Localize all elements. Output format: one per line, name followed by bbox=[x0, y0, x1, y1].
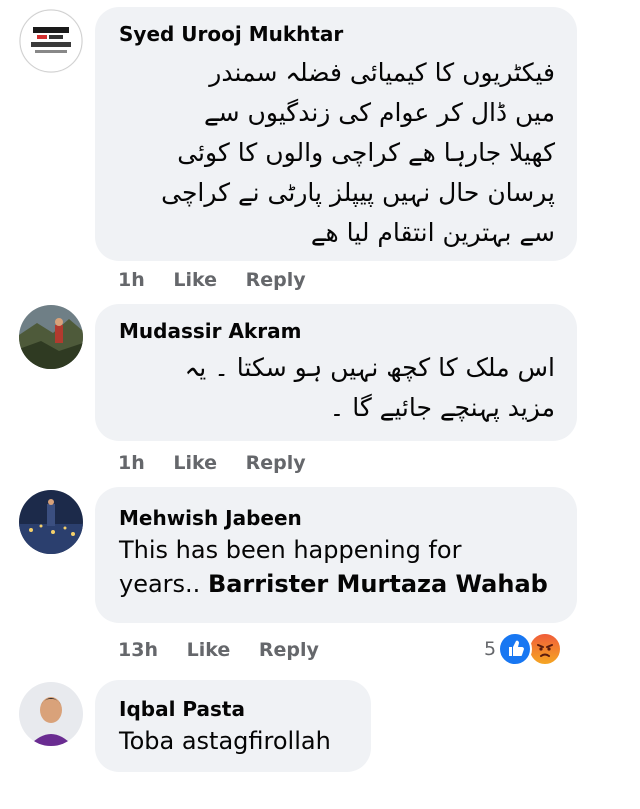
comment-text-line: اس ملک کا کچھ نہیں ہو سکتا ۔ یہ bbox=[184, 353, 555, 382]
comment-timestamp[interactable]: 13h bbox=[118, 639, 158, 661]
like-button[interactable]: Like bbox=[173, 269, 217, 291]
comment-text-prefix: years.. bbox=[119, 570, 208, 598]
landscape-photo-avatar-icon bbox=[19, 305, 83, 369]
reply-button[interactable]: Reply bbox=[246, 452, 306, 474]
comment-text-line: میں ڈال کر عوام کی زندگیوں سے bbox=[203, 98, 555, 127]
reaction-count: 5 bbox=[484, 638, 497, 660]
comment-text-line: مزید پہنچے جائیے گا ۔ bbox=[329, 393, 555, 422]
comment-bubble: Iqbal Pasta Toba astagfirollah bbox=[95, 680, 371, 772]
comment-bubble: Mehwish Jabeen This has been happening f… bbox=[95, 487, 577, 623]
comment-bubble: Mudassir Akram اس ملک کا کچھ نہیں ہو سکت… bbox=[95, 304, 577, 441]
comment-text: Toba astagfirollah bbox=[119, 727, 331, 755]
comment-author-name[interactable]: Iqbal Pasta bbox=[119, 696, 349, 722]
reaction-summary[interactable]: 5 bbox=[484, 632, 563, 666]
like-button[interactable]: Like bbox=[173, 452, 217, 474]
night-scene-avatar-icon bbox=[19, 490, 83, 554]
mention-link[interactable]: Barrister Murtaza Wahab bbox=[208, 570, 548, 598]
angry-reaction-icon bbox=[528, 632, 563, 666]
comment-author-name[interactable]: Mudassir Akram bbox=[119, 318, 555, 344]
comment-text-line: years.. Barrister Murtaza Wahab bbox=[119, 567, 555, 601]
comment-text: فیکٹریوں کا کیمیائی فضلہ سمندر میں ڈال ک… bbox=[119, 53, 555, 253]
avatar-mudassir-akram[interactable] bbox=[19, 305, 83, 369]
avatar-syed-urooj-mukhtar[interactable] bbox=[19, 9, 83, 73]
comment-actions: 13h Like Reply bbox=[118, 636, 341, 664]
like-button[interactable]: Like bbox=[187, 639, 231, 661]
news-logo-avatar-icon bbox=[19, 9, 83, 73]
comment-text: اس ملک کا کچھ نہیں ہو سکتا ۔ یہ مزید پہن… bbox=[119, 348, 555, 428]
comment-text-line: پرسان حال نہیں پیپلز پارٹی نے کراچی bbox=[161, 178, 555, 207]
comment-text-line: سے بہترین انتقام لیا ھے bbox=[310, 218, 555, 247]
reply-button[interactable]: Reply bbox=[246, 269, 306, 291]
comment-actions: 1h Like Reply bbox=[118, 266, 328, 294]
comment-timestamp[interactable]: 1h bbox=[118, 269, 145, 291]
comment-text-line: This has been happening for bbox=[119, 536, 462, 564]
comment-text: This has been happening for years.. Barr… bbox=[119, 533, 555, 601]
comment-author-name[interactable]: Syed Urooj Mukhtar bbox=[119, 21, 555, 47]
comment-text-line: کھیلا جارہا ھے کراچی والوں کا کوئی bbox=[177, 138, 555, 167]
avatar-mehwish-jabeen[interactable] bbox=[19, 490, 83, 554]
comment-actions: 1h Like Reply bbox=[118, 449, 328, 477]
avatar-iqbal-pasta[interactable] bbox=[19, 682, 83, 746]
like-reaction-icon bbox=[498, 632, 533, 666]
person-photo-avatar-icon bbox=[19, 682, 83, 746]
comment-author-name[interactable]: Mehwish Jabeen bbox=[119, 505, 555, 531]
comment-text-line: فیکٹریوں کا کیمیائی فضلہ سمندر bbox=[209, 58, 555, 87]
comment-timestamp[interactable]: 1h bbox=[118, 452, 145, 474]
reply-button[interactable]: Reply bbox=[259, 639, 319, 661]
comment-bubble: Syed Urooj Mukhtar فیکٹریوں کا کیمیائی ف… bbox=[95, 7, 577, 261]
